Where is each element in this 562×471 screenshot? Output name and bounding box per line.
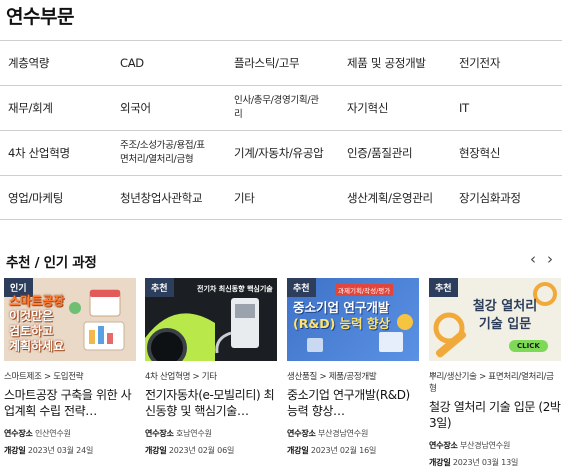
course-date: 개강일 2023년 02월 16일 — [287, 445, 419, 456]
category-item[interactable]: 장기심화과정 — [459, 176, 559, 220]
place-label: 연수장소 — [287, 429, 316, 438]
course-category: 뿌리/생산기술 > 표면처리/열처리/금형 — [429, 372, 554, 394]
thumbnail-text: 이것만은 — [9, 309, 54, 323]
course-place: 연수장소 부산경남연수원 — [287, 428, 419, 439]
date-value: 2023년 03월 24일 — [27, 446, 94, 455]
course-date: 개강일 2023년 03월 24일 — [4, 445, 136, 456]
course-place: 연수장소 부산경남연수원 — [429, 440, 561, 451]
category-item[interactable]: 재무/회계 — [8, 86, 108, 130]
course-card[interactable]: 추천 철강 열처리 기술 입문 CLICK 뿌리/생산기술 > 표면처리/열처리… — [429, 278, 561, 468]
thumbnail-text: 검토하고 — [9, 324, 54, 338]
category-item[interactable]: 계층역량 — [8, 41, 108, 85]
category-item[interactable]: 생산계획/운영관리 — [347, 176, 447, 220]
category-item[interactable]: 제품 및 공정개발 — [347, 41, 447, 85]
date-value: 2023년 02월 16일 — [310, 446, 377, 455]
place-value: 부산경남연수원 — [317, 429, 369, 438]
thumbnail-text: 철강 열처리 — [472, 299, 538, 314]
course-title[interactable]: 중소기업 연구개발(R&D) 능력 향상… — [287, 387, 419, 419]
category-item[interactable]: 청년창업사관학교 — [120, 176, 220, 220]
date-value: 2023년 03월 13일 — [452, 458, 519, 467]
category-row: 계층역량 CAD 플라스틱/고무 제품 및 공정개발 전기전자 — [0, 40, 562, 85]
course-badge: 추천 — [145, 278, 174, 297]
course-thumbnail[interactable]: 추천 철강 열처리 기술 입문 CLICK — [429, 278, 561, 361]
place-value: 부산경남연수원 — [459, 441, 511, 450]
course-date: 개강일 2023년 03월 13일 — [429, 457, 561, 468]
place-label: 연수장소 — [145, 429, 174, 438]
course-thumbnail[interactable]: 인기 스마트공장 이것만은 검토하고 계획하세요 — [4, 278, 136, 361]
course-card[interactable]: 추천 과제기획/작성/평가 중소기업 연구개발 (R&D) 능력 향상 생산품질… — [287, 278, 419, 456]
thumbnail-text: 계획하세요 — [9, 339, 65, 353]
place-label: 연수장소 — [4, 429, 33, 438]
category-row: 4차 산업혁명 주조/소성가공/용접/표면처리/열처리/금형 기계/자동차/유공… — [0, 130, 562, 175]
course-title[interactable]: 전기자동차(e-모빌리티) 최신동향 및 핵심기술… — [145, 387, 277, 419]
category-item[interactable]: 플라스틱/고무 — [234, 41, 334, 85]
course-title[interactable]: 스마트공장 구축을 위한 사업계획 수립 전략… — [4, 387, 136, 419]
course-place: 연수장소 호남연수원 — [145, 428, 277, 439]
category-item[interactable]: 인사/총무/경영기획/관리 — [234, 86, 320, 130]
recommend-title: 추천 / 인기 과정 — [6, 255, 97, 271]
thumbnail-text: (R&D) 능력 향상 — [293, 316, 391, 331]
thumbnail-text: 전기차 최신동향 핵심기술 — [197, 285, 273, 293]
course-place: 연수장소 인산연수원 — [4, 428, 136, 439]
category-item[interactable]: 현장혁신 — [459, 131, 559, 175]
course-card[interactable]: 인기 스마트공장 이것만은 검토하고 계획하세요 스마트제조 > 도입전략 스마… — [4, 278, 136, 456]
date-label: 개강일 — [287, 446, 309, 455]
prev-arrow-icon[interactable]: ‹ — [530, 250, 536, 268]
course-badge: 추천 — [287, 278, 316, 297]
thumbnail-text: 과제기획/작성/평가 — [335, 284, 394, 296]
date-label: 개강일 — [145, 446, 167, 455]
category-item[interactable]: 외국어 — [120, 86, 220, 130]
category-item[interactable]: 4차 산업혁명 — [8, 131, 108, 175]
thumbnail-text: 스마트공장 — [9, 294, 65, 308]
date-label: 개강일 — [429, 458, 451, 467]
next-arrow-icon[interactable]: › — [547, 250, 553, 268]
course-title[interactable]: 철강 열처리 기술 입문 (2박3일) — [429, 399, 561, 431]
place-value: 호남연수원 — [175, 429, 212, 438]
category-row: 영업/마케팅 청년창업사관학교 기타 생산계획/운영관리 장기심화과정 — [0, 175, 562, 220]
course-card[interactable]: 추천 전기차 최신동향 핵심기술 4차 산업혁명 > 기타 전기자동차(e-모빌… — [145, 278, 277, 456]
course-thumbnail[interactable]: 추천 과제기획/작성/평가 중소기업 연구개발 (R&D) 능력 향상 — [287, 278, 419, 361]
thumbnail-text: 기술 입문 — [478, 317, 532, 332]
date-value: 2023년 02월 06일 — [168, 446, 235, 455]
category-grid: 계층역량 CAD 플라스틱/고무 제품 및 공정개발 전기전자 재무/회계 외국… — [0, 40, 562, 220]
course-date: 개강일 2023년 02월 06일 — [145, 445, 277, 456]
course-category: 스마트제조 > 도입전략 — [4, 372, 84, 382]
category-item[interactable]: 인증/품질관리 — [347, 131, 447, 175]
category-item[interactable]: 자기혁신 — [347, 86, 447, 130]
course-category: 생산품질 > 제품/공정개발 — [287, 372, 377, 382]
category-item[interactable]: 기타 — [234, 176, 334, 220]
thumbnail-text: 중소기업 연구개발 — [293, 300, 390, 315]
category-item[interactable]: 주조/소성가공/용접/표면처리/열처리/금형 — [120, 131, 212, 175]
category-item[interactable]: 영업/마케팅 — [8, 176, 108, 220]
course-badge: 추천 — [429, 278, 458, 297]
course-category: 4차 산업혁명 > 기타 — [145, 372, 217, 382]
course-thumbnail[interactable]: 추천 전기차 최신동향 핵심기술 — [145, 278, 277, 361]
category-item[interactable]: 기계/자동차/유공압 — [234, 131, 334, 175]
place-label: 연수장소 — [429, 441, 458, 450]
category-item[interactable]: IT — [459, 86, 559, 130]
thumbnail-text: CLICK — [509, 340, 548, 352]
category-item[interactable]: 전기전자 — [459, 41, 559, 85]
category-row: 재무/회계 외국어 인사/총무/경영기획/관리 자기혁신 IT — [0, 85, 562, 130]
date-label: 개강일 — [4, 446, 26, 455]
place-value: 인산연수원 — [34, 429, 71, 438]
section-title: 연수부문 — [6, 6, 74, 28]
category-item[interactable]: CAD — [120, 41, 220, 85]
